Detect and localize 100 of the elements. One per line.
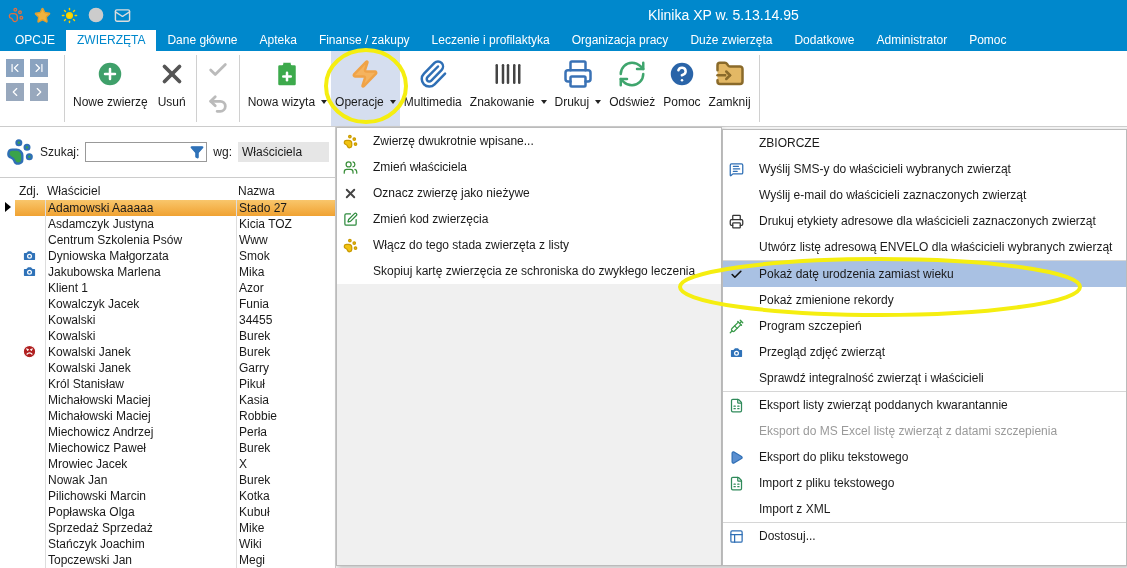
envelope-icon[interactable] (114, 6, 131, 24)
camera-icon (728, 344, 744, 360)
star-icon[interactable] (34, 6, 51, 24)
menu-item[interactable]: Import z pliku tekstowego (723, 470, 1126, 496)
paw-icon (342, 237, 358, 253)
table-cell: Michałowski Maciej (45, 408, 236, 424)
table-cell: Kowalczyk Jacek (45, 296, 236, 312)
menu-item[interactable]: Sprawdź integralność zwierząt i właścicieli (723, 365, 1126, 391)
search-by-dropdown[interactable]: Właściciela (238, 142, 329, 162)
table-cell: Kubuł (236, 504, 335, 520)
menu-item[interactable]: Zmień właściciela (337, 154, 721, 180)
menu-item[interactable]: Włącz do tego stada zwierzęta z listy (337, 232, 721, 258)
menu-item[interactable]: Oznacz zwierzę jako nieżywe (337, 180, 721, 206)
menu-tab[interactable]: Administrator (865, 30, 959, 51)
menu-item[interactable]: Drukuj etykiety adresowe dla właścicieli zaznaczonych zwierząt (723, 208, 1126, 234)
table-cell: Kotka (236, 488, 335, 504)
table-cell: Miechowicz Andrzej (45, 424, 236, 440)
previous-record-button[interactable] (6, 83, 24, 101)
table-cell: Burek (236, 472, 335, 488)
menu-item[interactable]: Dostosuj... (723, 522, 1126, 549)
table-cell: Michałowski Maciej (45, 392, 236, 408)
table-cell: Burek (236, 344, 335, 360)
first-record-button[interactable] (6, 59, 24, 77)
menu-tab[interactable]: Duże zwierzęta (679, 30, 784, 51)
table-cell: 34455 (236, 312, 335, 328)
sun-icon[interactable] (61, 6, 78, 24)
table-cell: Stado 27 (236, 200, 335, 216)
ribbon-button[interactable]: Pomoc (659, 51, 705, 126)
table-cell: Centrum Szkolenia Psów (45, 232, 236, 248)
menu-tab[interactable]: OPCJE (4, 30, 66, 51)
menu-item[interactable]: Zmień kod zwierzęcia (337, 206, 721, 232)
ribbon-button[interactable]: Odśwież (605, 51, 660, 126)
menu-item[interactable]: Import z XML (723, 496, 1126, 522)
circle-icon[interactable] (88, 7, 104, 23)
table-cell: Sprzedaż Sprzedaż (45, 520, 236, 536)
first-icon (8, 61, 22, 75)
menu-tab[interactable]: Dane główne (156, 30, 249, 51)
table-cell: Miechowicz Paweł (45, 440, 236, 456)
column-header[interactable]: Nazwa (236, 184, 335, 198)
table-cell: Www (236, 232, 335, 248)
table-cell: Kasia (236, 392, 335, 408)
camera-icon (22, 264, 37, 279)
filter-icon[interactable] (190, 145, 205, 159)
search-field[interactable] (85, 142, 208, 162)
table-cell: Funia (236, 296, 335, 312)
menu-item[interactable]: Program szczepień (723, 313, 1126, 339)
layout-icon (728, 528, 744, 544)
table-cell: Dyniowska Małgorzata (45, 248, 236, 264)
table-cell: Smok (236, 248, 335, 264)
table-cell: Kowalski Janek (45, 360, 236, 376)
menu-item[interactable]: Wyślij e-mail do właścicieli zaznaczonych zwierząt (723, 182, 1126, 208)
ribbon-button[interactable]: Usuń (151, 51, 192, 126)
caret-icon (595, 100, 602, 104)
ribbon-button[interactable]: Nowe zwierzę (69, 51, 152, 126)
menu-item[interactable]: Zwierzę dwukrotnie wpisane... (337, 128, 721, 154)
app-logo-icon (8, 7, 24, 23)
camera-icon (22, 248, 37, 263)
window-title: Klinika XP w. 5.13.14.95 (648, 7, 799, 23)
menu-item[interactable]: Utwórz listę adresową ENVELO dla właścicieli wybranych zwierząt (723, 234, 1126, 260)
column-header[interactable]: Zdj. (0, 184, 45, 198)
column-header[interactable]: Właściciel (45, 184, 236, 198)
menu-tab[interactable]: Organizacja pracy (560, 30, 680, 51)
table-cell: Garry (236, 360, 335, 376)
paw-icon (6, 138, 34, 166)
table-cell: Adamowski Aaaaaa (45, 200, 236, 216)
menu-item[interactable]: Pokaż zmienione rekordy (723, 287, 1126, 313)
menu-item[interactable]: Przegląd zdjęć zwierząt (723, 339, 1126, 365)
ribbon-button[interactable]: Drukuj (550, 51, 606, 126)
menu-item[interactable]: Wyślij SMS-y do właścicieli wybranych zwierząt (723, 156, 1126, 182)
ribbon-button[interactable]: Zamknij (704, 51, 755, 126)
next-record-button[interactable] (30, 83, 48, 101)
ribbon-button[interactable]: Multimedia (399, 51, 466, 126)
menu-item[interactable]: Eksport listy zwierząt poddanych kwarantannie (723, 391, 1126, 418)
menu-tab[interactable]: Finanse / zakupy (307, 30, 421, 51)
menu-item[interactable]: Eksport do pliku tekstowego (723, 444, 1126, 470)
spreadsheet-icon (728, 475, 744, 491)
table-cell: Perła (236, 424, 335, 440)
menu-tab[interactable]: Pomoc (958, 30, 1018, 51)
menu-item[interactable]: Skopiuj kartę zwierzęcia ze schroniska do zwykłego leczenia (337, 258, 721, 284)
table-cell: Pilichowski Marcin (45, 488, 236, 504)
menu-tab[interactable]: Apteka (248, 30, 308, 51)
menu-item[interactable]: ZBIORCZE (723, 130, 1126, 156)
caret-icon (540, 100, 547, 104)
table-cell: Burek (236, 440, 335, 456)
ribbon-button[interactable]: Nowa wizyta (243, 51, 332, 126)
sms-icon (728, 161, 744, 177)
last-record-button[interactable] (30, 59, 48, 77)
table-cell: Kowalski Janek (45, 344, 236, 360)
table-cell: Kowalski (45, 328, 236, 344)
table-cell: Nowak Jan (45, 472, 236, 488)
menu-tab[interactable]: Dodatkowe (783, 30, 866, 51)
menu-tab[interactable]: Leczenie i profilaktyka (420, 30, 561, 51)
table-cell: Mike (236, 520, 335, 536)
people-icon (342, 159, 358, 175)
table-cell: Wiki (236, 536, 335, 552)
ribbon-button[interactable]: Znakowanie (465, 51, 551, 126)
menu-tab[interactable]: ZWIERZĘTA (66, 30, 157, 51)
syringe-icon (728, 318, 744, 334)
table-cell: Burek (236, 328, 335, 344)
table-cell: Robbie (236, 408, 335, 424)
